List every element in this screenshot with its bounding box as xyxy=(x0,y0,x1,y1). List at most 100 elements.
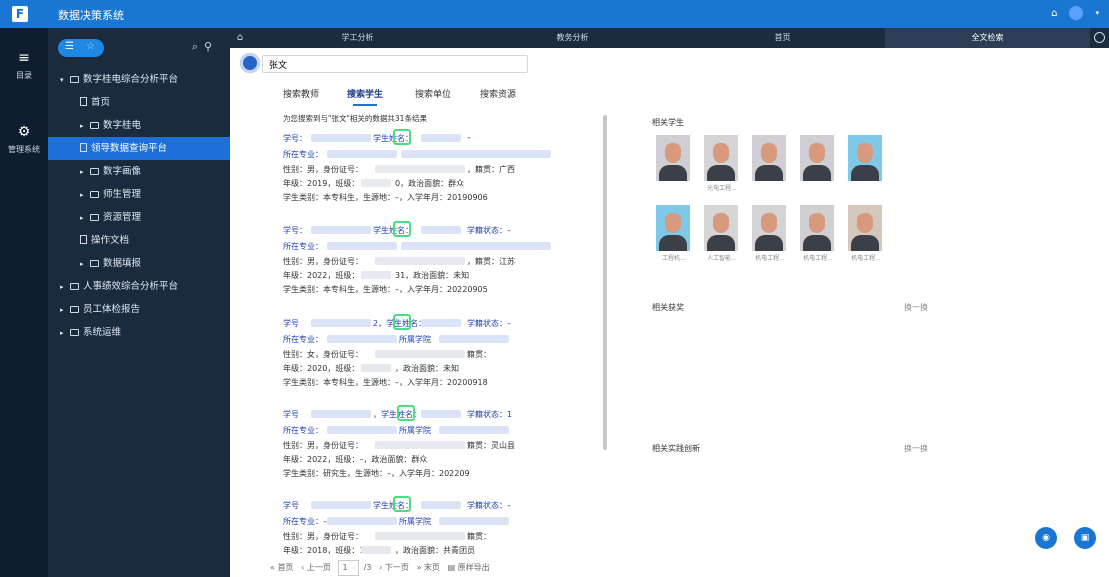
refresh-innovation-button[interactable]: 换一换 xyxy=(904,443,928,454)
student-photo[interactable]: 光电工程... xyxy=(704,135,738,192)
sidebar-item[interactable]: ▸ 员工体检报告 xyxy=(48,298,230,321)
redacted-value xyxy=(327,426,397,434)
next-page-button[interactable]: › 下一页 xyxy=(379,563,409,572)
major-label: 所在专业：– xyxy=(283,517,327,526)
first-page-button[interactable]: « 首页 xyxy=(270,563,293,572)
caret-right-icon[interactable]: ▸ xyxy=(80,184,90,207)
sidebar-item-label: 数字画像 xyxy=(103,166,142,177)
sidebar-item[interactable]: ▸ 数字画像 xyxy=(48,160,230,183)
student-photo[interactable] xyxy=(656,135,690,181)
tab-home[interactable]: 首页 xyxy=(680,28,885,48)
fab-ai-icon[interactable]: ◉ xyxy=(1035,527,1057,549)
major-label: 所在专业： xyxy=(283,335,323,344)
pin-icon[interactable]: ⚲ xyxy=(204,40,218,53)
view-toggle[interactable]: ☰ ☆ xyxy=(58,39,104,57)
college-label: 所属学院 xyxy=(399,335,431,344)
sidebar-item[interactable]: ▾ 数字桂电综合分析平台 xyxy=(48,68,230,91)
redacted-value xyxy=(401,150,551,158)
student-photo[interactable] xyxy=(752,135,786,181)
star-icon[interactable]: ☆ xyxy=(86,41,95,52)
tab-search-teacher[interactable]: 搜索教师 xyxy=(283,87,319,100)
document-icon xyxy=(80,143,87,152)
tab-search-student[interactable]: 搜索学生 xyxy=(347,87,383,106)
redacted-value xyxy=(311,319,371,327)
list-icon[interactable]: ☰ xyxy=(65,41,74,52)
avatar xyxy=(809,213,825,233)
prev-page-button[interactable]: ‹ 上一页 xyxy=(301,563,331,572)
page-input[interactable]: 1 xyxy=(338,560,359,576)
last-page-button[interactable]: » 末页 xyxy=(416,563,439,572)
sidebar-item-label: 数字桂电综合分析平台 xyxy=(83,74,179,85)
caret-right-icon[interactable]: ▸ xyxy=(80,253,90,276)
student-photo[interactable]: 人工智能... xyxy=(704,205,738,262)
caret-right-icon[interactable]: ▸ xyxy=(80,115,90,138)
student-photo[interactable]: 机电工程... xyxy=(848,205,882,262)
major-label: 所在专业： xyxy=(283,242,323,251)
search-input[interactable] xyxy=(262,55,528,73)
student-photo[interactable] xyxy=(848,135,882,181)
student-photo[interactable]: 工程机... xyxy=(656,205,690,262)
caret-down-icon[interactable]: ▾ xyxy=(60,69,70,92)
tab-xuegong[interactable]: 学工分析 xyxy=(250,28,465,48)
sidebar-item[interactable]: 首页 xyxy=(48,91,230,114)
folder-icon xyxy=(70,76,79,83)
caret-right-icon[interactable]: ▸ xyxy=(80,207,90,230)
avatar xyxy=(665,143,681,163)
redacted-value xyxy=(439,426,509,434)
tab-search-resource[interactable]: 搜索资源 xyxy=(480,87,516,100)
student-photo-label: 光电工程... xyxy=(707,185,737,192)
avatar xyxy=(755,165,783,181)
sidebar-item-label: 员工体检报告 xyxy=(83,304,141,315)
sidebar-item[interactable]: ▸ 系统运维 xyxy=(48,321,230,344)
related-students-title: 相关学生 xyxy=(652,118,684,127)
status-label: 学籍状态：1 xyxy=(467,410,513,419)
fab-lock-icon[interactable]: ▣ xyxy=(1074,527,1096,549)
rail-item-admin[interactable]: ⚙ 管理系统 xyxy=(0,124,48,155)
home-icon[interactable]: ⌂ xyxy=(1051,8,1057,19)
sidebar-item[interactable]: ▸ 资源管理 xyxy=(48,206,230,229)
student-id-label: 学号： xyxy=(283,134,307,143)
redacted-value xyxy=(361,271,391,279)
export-button[interactable]: ▤ 原样导出 xyxy=(448,563,490,572)
chevron-down-icon[interactable]: ▾ xyxy=(1095,9,1099,17)
rail-item-menu[interactable]: ≡ 目录 xyxy=(0,50,48,81)
folder-icon xyxy=(70,306,79,313)
sidebar-item[interactable]: 操作文档 xyxy=(48,229,230,252)
caret-right-icon[interactable]: ▸ xyxy=(60,276,70,299)
search-icon[interactable]: ⌕ xyxy=(192,40,204,53)
more-icon[interactable] xyxy=(1094,32,1105,43)
sidebar-item[interactable]: ▸ 数据填报 xyxy=(48,252,230,275)
redacted-value xyxy=(421,501,461,509)
caret-right-icon[interactable]: ▸ xyxy=(60,322,70,345)
status-label: – xyxy=(467,133,471,142)
tab-search-unit[interactable]: 搜索单位 xyxy=(415,87,451,100)
sidebar-item[interactable]: ▸ 数字桂电 xyxy=(48,114,230,137)
student-id-label: 学号 xyxy=(283,319,299,328)
gender-idcard-text: 性别：男，身份证号： xyxy=(283,257,363,266)
status-label: 学籍状态：– xyxy=(467,319,511,328)
student-photo[interactable]: 机电工程... xyxy=(800,205,834,262)
results-scrollbar[interactable] xyxy=(603,115,607,450)
caret-right-icon[interactable]: ▸ xyxy=(60,299,70,322)
document-icon xyxy=(80,235,87,244)
redacted-value xyxy=(327,150,397,158)
tab-jiaowu[interactable]: 教务分析 xyxy=(465,28,680,48)
student-photo[interactable] xyxy=(800,135,834,181)
left-rail: ≡ 目录 ⚙ 管理系统 xyxy=(0,28,48,577)
grade-class-text: 年级：2022，班级： xyxy=(283,271,360,280)
folder-icon xyxy=(90,168,99,175)
folder-icon xyxy=(70,283,79,290)
home-icon[interactable]: ⌂ xyxy=(230,28,250,48)
sidebar-item-label: 领导数据查询平台 xyxy=(91,143,168,154)
tab-fulltext-search[interactable]: 全文检索 xyxy=(885,28,1090,48)
user-avatar[interactable] xyxy=(1069,6,1084,20)
result-summary: 为您搜索到与"张文"相关的数据共31条结果 xyxy=(283,114,427,123)
major-label: 所在专业： xyxy=(283,426,323,435)
sidebar-item[interactable]: 领导数据查询平台 xyxy=(48,137,230,160)
caret-right-icon[interactable]: ▸ xyxy=(80,161,90,184)
sidebar-item[interactable]: ▸ 师生管理 xyxy=(48,183,230,206)
student-photo[interactable]: 机电工程... xyxy=(752,205,786,262)
sidebar-item[interactable]: ▸ 人事绩效综合分析平台 xyxy=(48,275,230,298)
refresh-awards-button[interactable]: 换一换 xyxy=(904,302,928,313)
gender-idcard-text: 性别：男，身份证号： xyxy=(283,441,363,450)
